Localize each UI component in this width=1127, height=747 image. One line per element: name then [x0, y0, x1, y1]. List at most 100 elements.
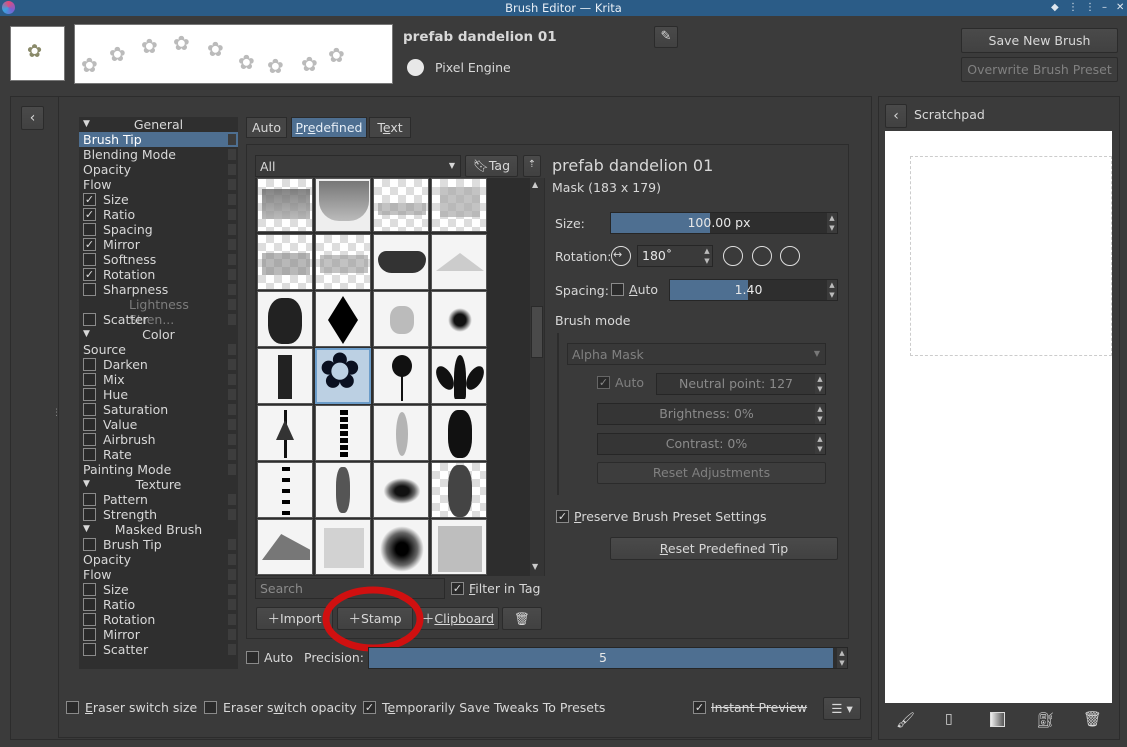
- option-checkbox[interactable]: ✓: [83, 193, 96, 206]
- spacing-slider[interactable]: 1.40 ▲ ▼: [669, 279, 838, 301]
- brush-tip-thumbnail[interactable]: [431, 178, 487, 232]
- spin-arrows-icon[interactable]: ▲ ▼: [702, 246, 712, 266]
- brush-tip-thumbnail[interactable]: [373, 405, 429, 461]
- brush-tip-grid[interactable]: ✿ ▲ ▼: [255, 178, 545, 576]
- option-category[interactable]: ▼ Masked Brush: [79, 522, 238, 537]
- brush-tip-thumbnail[interactable]: [373, 519, 429, 575]
- paintop-option-list[interactable]: ▼ General Brush Tip Blending Mode Opacity Flo…: [79, 117, 238, 669]
- spin-arrows-icon[interactable]: ▲ ▼: [815, 374, 825, 394]
- option-item[interactable]: ✓ Ratio: [79, 207, 238, 222]
- brush-tip-thumbnail[interactable]: [431, 519, 487, 575]
- contrast-slider[interactable]: Contrast: 0% ▲ ▼: [597, 433, 826, 455]
- option-item[interactable]: Brush Tip: [79, 132, 238, 147]
- option-item[interactable]: ✓ Mirror: [79, 237, 238, 252]
- option-item[interactable]: Pattern: [79, 492, 238, 507]
- option-category[interactable]: ▼ Color: [79, 327, 238, 342]
- option-item[interactable]: Sharpness: [79, 282, 238, 297]
- brush-tip-thumbnail[interactable]: [431, 291, 487, 347]
- option-checkbox[interactable]: [83, 613, 96, 626]
- tag-button[interactable]: 🔖︎Tag: [465, 155, 518, 177]
- option-checkbox[interactable]: [83, 253, 96, 266]
- brush-tip-thumbnail[interactable]: [315, 291, 371, 347]
- rotation-input[interactable]: 180˚ ▲ ▼: [637, 245, 713, 267]
- option-item[interactable]: Scatter: [79, 642, 238, 657]
- option-item[interactable]: Blending Mode: [79, 147, 238, 162]
- reset-adjustments-button[interactable]: Reset Adjustments: [597, 462, 826, 484]
- option-checkbox[interactable]: [83, 403, 96, 416]
- spin-arrows-icon[interactable]: ▲ ▼: [827, 213, 837, 233]
- brush-tip-thumbnail[interactable]: [257, 348, 313, 404]
- option-checkbox[interactable]: [83, 283, 96, 296]
- option-checkbox[interactable]: [83, 388, 96, 401]
- brush-tip-thumbnail[interactable]: [315, 462, 371, 518]
- rename-pencil-icon[interactable]: ✎: [654, 26, 678, 48]
- brush-icon[interactable]: 🖌︎: [896, 711, 915, 729]
- trash-icon[interactable]: 🗑︎: [502, 607, 542, 630]
- scratchpad-canvas[interactable]: [885, 131, 1112, 703]
- option-item[interactable]: Flow: [79, 567, 238, 582]
- tab-predefined[interactable]: Predefined: [291, 117, 367, 138]
- minimize-icon[interactable]: –: [1102, 0, 1107, 16]
- option-item[interactable]: Softness: [79, 252, 238, 267]
- option-checkbox[interactable]: [83, 358, 96, 371]
- reset-predefined-tip-button[interactable]: Reset Predefined Tip: [610, 537, 838, 560]
- option-item[interactable]: ✓ Rotation: [79, 267, 238, 282]
- eraser-opacity-checkbox[interactable]: [204, 701, 217, 714]
- preserve-settings-checkbox[interactable]: ✓: [556, 510, 569, 523]
- option-item[interactable]: Painting Mode: [79, 462, 238, 477]
- option-item[interactable]: Value: [79, 417, 238, 432]
- spin-arrows-icon[interactable]: ▲ ▼: [837, 648, 847, 668]
- gradient-fill-icon[interactable]: [990, 712, 1005, 727]
- option-checkbox[interactable]: [83, 508, 96, 521]
- rotate-share-icon[interactable]: [752, 246, 772, 266]
- save-new-preset-button[interactable]: Save New Brush Preset...: [961, 28, 1118, 71]
- option-checkbox[interactable]: [83, 418, 96, 431]
- size-slider[interactable]: 100.00 px ▲ ▼: [610, 212, 838, 234]
- option-item[interactable]: Darken: [79, 357, 238, 372]
- spin-arrows-icon[interactable]: ▲ ▼: [815, 434, 825, 454]
- brush-tip-thumbnail[interactable]: [257, 178, 313, 232]
- option-item[interactable]: Source: [79, 342, 238, 357]
- option-checkbox[interactable]: ✓: [83, 238, 96, 251]
- trash-icon[interactable]: 🗑︎: [1083, 710, 1102, 728]
- angle-dial-icon[interactable]: ↔: [611, 246, 631, 266]
- rotate-snap-icon[interactable]: [723, 246, 743, 266]
- option-checkbox[interactable]: [83, 628, 96, 641]
- brush-tip-thumbnail[interactable]: [257, 234, 313, 290]
- option-item[interactable]: Rate: [79, 447, 238, 462]
- auto-adjust-checkbox[interactable]: ✓: [597, 376, 610, 389]
- brush-tip-thumbnail[interactable]: [373, 291, 429, 347]
- option-item[interactable]: Saturation: [79, 402, 238, 417]
- rotate-flip-icon[interactable]: [780, 246, 800, 266]
- option-item[interactable]: Strength: [79, 507, 238, 522]
- scroll-up-icon[interactable]: ▲: [532, 180, 538, 189]
- filter-in-tag-checkbox[interactable]: ✓: [451, 582, 464, 595]
- option-item[interactable]: Hue: [79, 387, 238, 402]
- paint-bucket-icon[interactable]: ⛽︎: [1036, 711, 1055, 729]
- menu-icon[interactable]: ⋮: [1068, 0, 1078, 16]
- option-checkbox[interactable]: [83, 223, 96, 236]
- temp-save-checkbox[interactable]: ✓: [363, 701, 376, 714]
- brush-tip-thumbnail[interactable]: [431, 405, 487, 461]
- brush-tip-thumbnail[interactable]: [373, 234, 429, 290]
- option-item[interactable]: ✓ Size: [79, 192, 238, 207]
- hamburger-menu-icon[interactable]: ☰ ▾: [823, 697, 861, 720]
- option-category[interactable]: ▼ General: [79, 117, 238, 132]
- grid-scroll-thumb[interactable]: [531, 306, 543, 358]
- option-checkbox[interactable]: [83, 643, 96, 656]
- brush-tip-thumbnail[interactable]: [431, 234, 487, 290]
- option-item[interactable]: Flow: [79, 177, 238, 192]
- instant-preview-checkbox[interactable]: ✓: [693, 701, 706, 714]
- option-item[interactable]: Airbrush: [79, 432, 238, 447]
- tab-text[interactable]: Text: [369, 117, 411, 138]
- precision-auto-checkbox[interactable]: [246, 651, 259, 664]
- option-item[interactable]: Lightness Stren...: [79, 297, 238, 327]
- brush-tip-thumbnail[interactable]: [315, 234, 371, 290]
- pin-icon[interactable]: ◆: [1051, 0, 1059, 16]
- collapse-right-icon[interactable]: ‹: [885, 104, 907, 128]
- grid-scrollbar[interactable]: ▲ ▼: [530, 178, 544, 576]
- option-item[interactable]: Scatter: [79, 312, 238, 327]
- brush-tip-thumbnail[interactable]: [257, 291, 313, 347]
- option-checkbox[interactable]: [83, 313, 96, 326]
- option-item[interactable]: Size: [79, 582, 238, 597]
